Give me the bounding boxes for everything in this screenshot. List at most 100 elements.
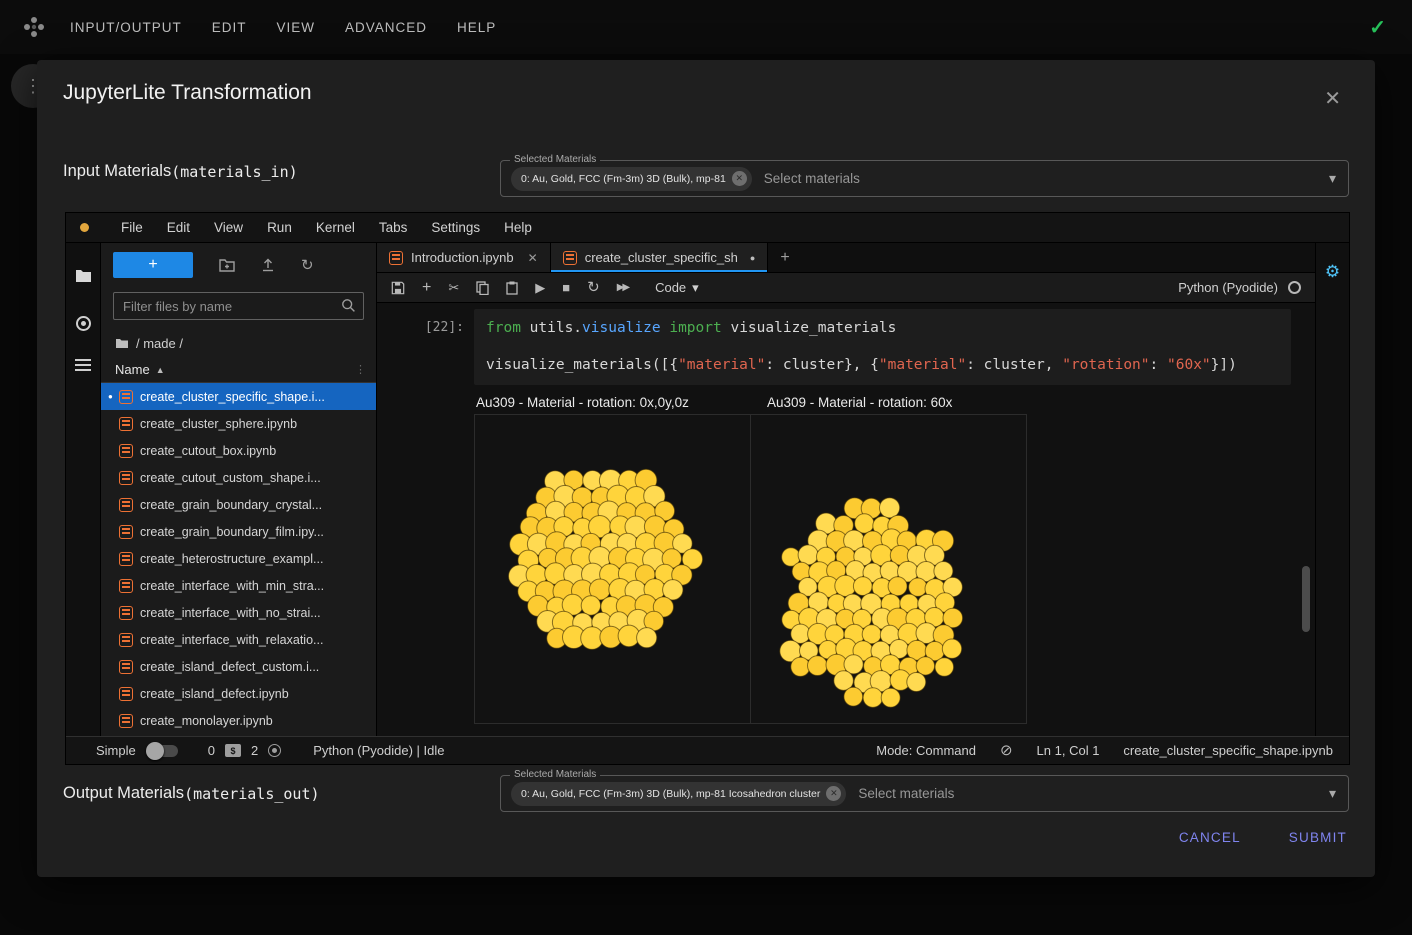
tab-label: Introduction.ipynb <box>411 250 514 265</box>
file-name: create_grain_boundary_film.ipy... <box>140 525 324 539</box>
menu-view[interactable]: VIEW <box>277 20 316 35</box>
folder-icon <box>115 338 129 349</box>
confirm-check-icon[interactable]: ✓ <box>1369 15 1386 40</box>
output-titles: Au309 - Material - rotation: 0x,0y,0z Au… <box>474 395 1315 410</box>
file-row[interactable]: ●create_cluster_specific_shape.i... <box>101 383 376 410</box>
file-row[interactable]: create_cluster_sphere.ipynb <box>101 410 376 437</box>
paste-cell-icon[interactable] <box>506 281 518 295</box>
stop-kernel-icon[interactable]: ■ <box>562 281 570 294</box>
new-folder-icon[interactable] <box>219 259 235 272</box>
breadcrumb[interactable]: / made / <box>101 330 376 357</box>
unsaved-changes-dot-icon[interactable]: ● <box>750 253 755 263</box>
cell-type-value: Code <box>655 280 686 295</box>
file-row[interactable]: create_island_defect.ipynb <box>101 680 376 707</box>
kernel-selector[interactable]: Python (Pyodide) <box>1178 280 1301 295</box>
running-kernels-icon[interactable] <box>76 316 91 331</box>
settings-gear-icon[interactable]: ⚙ <box>1325 263 1340 736</box>
tab-introduction-ipynb[interactable]: Introduction.ipynb ✕ <box>377 243 551 272</box>
jl-menu-tabs[interactable]: Tabs <box>379 220 408 235</box>
copy-cell-icon[interactable] <box>476 281 489 295</box>
jl-menu-kernel[interactable]: Kernel <box>316 220 355 235</box>
tab-create-cluster-specific-shape[interactable]: create_cluster_specific_sh ● <box>551 243 769 272</box>
file-name: create_monolayer.ipynb <box>140 714 273 728</box>
jl-menu-help[interactable]: Help <box>504 220 532 235</box>
new-launcher-button[interactable]: + <box>113 252 193 278</box>
app-menubar: INPUT/OUTPUT EDIT VIEW ADVANCED HELP ✓ <box>0 0 1412 54</box>
file-row[interactable]: create_interface_with_relaxatio... <box>101 626 376 653</box>
notebook-file-icon <box>119 444 133 458</box>
new-tab-button[interactable]: + <box>768 243 801 272</box>
code-editor[interactable]: from utils.visualize import visualize_ma… <box>474 309 1291 385</box>
upload-icon[interactable] <box>261 258 275 272</box>
file-row[interactable]: create_interface_with_no_strai... <box>101 599 376 626</box>
breadcrumb-path[interactable]: / made / <box>136 336 183 351</box>
cancel-button[interactable]: CANCEL <box>1179 830 1241 845</box>
restart-kernel-icon[interactable]: ↻ <box>587 280 600 295</box>
column-resize-handle[interactable]: ⋮ <box>355 363 366 376</box>
cursor-position[interactable]: Ln 1, Col 1 <box>1037 743 1100 758</box>
command-mode-icon: ⊘ <box>1000 743 1013 758</box>
name-column-header[interactable]: Name <box>115 362 150 377</box>
kernel-count[interactable]: 2 <box>251 743 258 758</box>
insert-cell-icon[interactable]: + <box>422 280 431 296</box>
output-material-chip[interactable]: 0: Au, Gold, FCC (Fm-3m) 3D (Bulk), mp-8… <box>511 782 846 806</box>
terminal-icon: $ <box>225 744 241 757</box>
restart-run-all-icon[interactable]: ▶▶ <box>617 283 628 293</box>
notebook-file-icon <box>119 579 133 593</box>
chip-label: 0: Au, Gold, FCC (Fm-3m) 3D (Bulk), mp-8… <box>521 788 820 800</box>
jl-menu-view[interactable]: View <box>214 220 243 235</box>
file-row[interactable]: create_grain_boundary_crystal... <box>101 491 376 518</box>
notebook-file-icon <box>119 471 133 485</box>
table-of-contents-icon[interactable] <box>75 359 91 371</box>
submit-button[interactable]: SUBMIT <box>1289 830 1347 845</box>
cell-outputs <box>474 414 1315 724</box>
file-name: create_cutout_custom_shape.i... <box>140 471 321 485</box>
app-logo-icon[interactable] <box>20 13 48 41</box>
output-materials-select[interactable]: Selected Materials 0: Au, Gold, FCC (Fm-… <box>500 775 1349 812</box>
chevron-down-icon[interactable]: ▾ <box>1329 170 1336 187</box>
file-row[interactable]: create_cutout_box.ipynb <box>101 437 376 464</box>
file-list-header[interactable]: Name ▲ ⋮ <box>101 357 376 383</box>
input-materials-select[interactable]: Selected Materials 0: Au, Gold, FCC (Fm-… <box>500 160 1349 197</box>
dialog-close-icon[interactable]: ✕ <box>1324 86 1341 111</box>
sort-asc-icon[interactable]: ▲ <box>156 365 165 375</box>
input-material-chip[interactable]: 0: Au, Gold, FCC (Fm-3m) 3D (Bulk), mp-8… <box>511 167 752 191</box>
notebook-tabbar: Introduction.ipynb ✕ create_cluster_spec… <box>377 243 1315 273</box>
run-cell-icon[interactable]: ▶ <box>535 281 545 294</box>
jl-menu-edit[interactable]: Edit <box>167 220 190 235</box>
menu-advanced[interactable]: ADVANCED <box>345 20 427 35</box>
jl-menu-file[interactable]: File <box>121 220 143 235</box>
menu-help[interactable]: HELP <box>457 20 496 35</box>
cut-cell-icon[interactable]: ✂ <box>448 281 459 294</box>
file-row[interactable]: create_heterostructure_exampl... <box>101 545 376 572</box>
notebook-toolbar: + ✂ ▶ ■ ↻ ▶▶ Code ▾ <box>377 273 1315 303</box>
refresh-icon[interactable]: ↻ <box>301 256 314 274</box>
jl-menu-settings[interactable]: Settings <box>431 220 480 235</box>
file-row[interactable]: create_grain_boundary_film.ipy... <box>101 518 376 545</box>
chip-remove-icon[interactable]: ✕ <box>732 171 747 186</box>
jl-menu-run[interactable]: Run <box>267 220 292 235</box>
file-row[interactable]: create_cutout_custom_shape.i... <box>101 464 376 491</box>
menu-edit[interactable]: EDIT <box>212 20 247 35</box>
chevron-down-icon[interactable]: ▾ <box>1329 785 1336 802</box>
file-row[interactable]: create_interface_with_min_stra... <box>101 572 376 599</box>
kernel-status-text[interactable]: Python (Pyodide) | Idle <box>313 743 444 758</box>
file-browser-panel: + ↻ / made / <box>101 243 377 736</box>
file-row[interactable]: create_island_defect_custom.i... <box>101 653 376 680</box>
mode-indicator: Mode: Command <box>876 743 976 758</box>
simple-mode-toggle[interactable] <box>148 745 178 757</box>
file-name: create_cluster_specific_shape.i... <box>140 390 325 404</box>
scrollbar-thumb[interactable] <box>1302 566 1310 632</box>
file-browser-icon[interactable] <box>75 269 92 288</box>
tab-close-icon[interactable]: ✕ <box>528 251 538 265</box>
cell-type-dropdown[interactable]: Code ▾ <box>655 280 699 296</box>
file-row[interactable]: create_monolayer.ipynb <box>101 707 376 734</box>
notebook-content[interactable]: [22]: from utils.visualize import visual… <box>377 303 1315 736</box>
code-line: from utils.visualize import visualize_ma… <box>486 310 1279 347</box>
filter-files-input[interactable] <box>113 292 364 320</box>
chip-remove-icon[interactable]: ✕ <box>826 786 841 801</box>
terminal-count[interactable]: 0 <box>208 743 215 758</box>
save-icon[interactable] <box>391 281 405 295</box>
menu-input-output[interactable]: INPUT/OUTPUT <box>70 20 182 35</box>
code-cell[interactable]: [22]: from utils.visualize import visual… <box>377 309 1315 385</box>
